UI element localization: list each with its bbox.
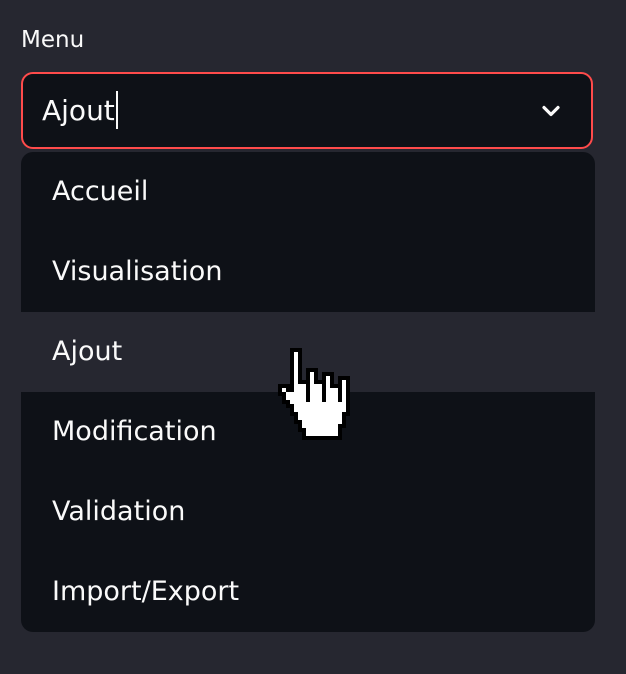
chevron-down-icon[interactable] (539, 99, 563, 123)
option-accueil[interactable]: Accueil (21, 152, 595, 232)
option-modification[interactable]: Modification (21, 392, 595, 472)
option-ajout[interactable]: Ajout (21, 312, 595, 392)
option-import-export[interactable]: Import/Export (21, 552, 595, 632)
menu-select-value: Ajout (42, 94, 115, 127)
option-validation[interactable]: Validation (21, 472, 595, 552)
menu-label: Menu (21, 27, 85, 53)
option-visualisation[interactable]: Visualisation (21, 232, 595, 312)
text-caret (115, 91, 118, 129)
menu-select[interactable]: Ajout (21, 72, 593, 149)
menu-select-input[interactable]: Ajout (42, 74, 118, 147)
menu-dropdown-list: Accueil Visualisation Ajout Modification… (21, 152, 595, 632)
